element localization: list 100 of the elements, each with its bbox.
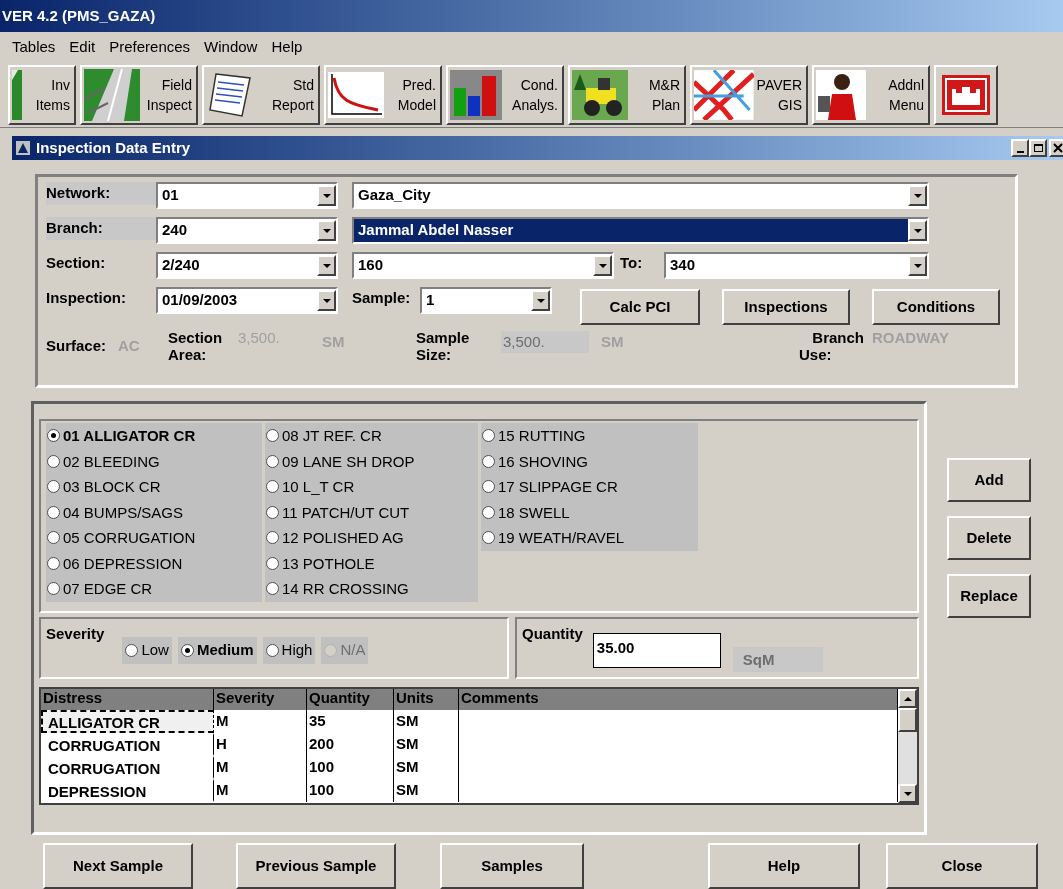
table-cell: 35	[307, 710, 394, 733]
field-label: Sample:	[352, 288, 412, 308]
radio-button[interactable]	[266, 582, 279, 596]
toolbar-button[interactable]: M&R Plan	[568, 64, 686, 125]
radio-button[interactable]	[47, 582, 60, 596]
dropdown-button[interactable]	[317, 220, 336, 241]
column-header[interactable]: Units	[394, 689, 459, 710]
toolbar-button[interactable]: Inv Items	[8, 64, 76, 125]
toolbar-button[interactable]	[934, 64, 998, 125]
minimize-button[interactable]	[1011, 139, 1029, 157]
scrollbar[interactable]	[898, 689, 917, 803]
unit-field: SqM	[732, 647, 823, 672]
radio-button[interactable]	[47, 531, 60, 545]
radio-button[interactable]	[482, 505, 495, 519]
maximize-button[interactable]	[1029, 139, 1047, 157]
distress-option: 16 SHOVING	[498, 448, 589, 474]
distress-option: 06 DEPRESSION	[63, 550, 183, 576]
radio-button[interactable]	[482, 531, 495, 545]
dropdown-button[interactable]	[908, 220, 927, 241]
button[interactable]: Previous Sample	[236, 843, 396, 889]
radio-button[interactable]	[47, 556, 60, 570]
table-cell: SM	[394, 710, 459, 733]
section-dropdown[interactable]: 2/240	[156, 252, 338, 279]
inspection-date-dropdown[interactable]: 01/09/2003	[156, 287, 338, 314]
dropdown-button[interactable]	[317, 290, 336, 311]
radio-button[interactable]	[266, 454, 279, 468]
dropdown-button[interactable]	[531, 290, 550, 311]
toolbar-button[interactable]: Cond. Analys.	[446, 64, 564, 125]
distress-option: 15 RUTTING	[498, 423, 586, 449]
menu-item[interactable]: Help	[271, 35, 303, 59]
button[interactable]: Delete	[947, 516, 1031, 560]
toolbar-label: Addnl Menu	[887, 75, 925, 115]
table-cell: M	[214, 756, 307, 779]
toolbar-button[interactable]: PAVER GIS	[690, 64, 808, 125]
button[interactable]: Samples	[440, 843, 584, 889]
radio-button[interactable]	[266, 429, 279, 443]
toolbar-button[interactable]: Addnl Menu	[812, 64, 930, 125]
dropdown-button[interactable]	[317, 255, 336, 276]
to-dropdown[interactable]: 340	[664, 252, 929, 279]
button[interactable]: Add	[947, 458, 1031, 502]
window-icon	[16, 141, 30, 155]
button[interactable]: Conditions	[872, 289, 1000, 325]
network-code-dropdown[interactable]: 01	[156, 182, 338, 209]
toolbar-button[interactable]: Field Inspect	[80, 64, 198, 125]
branch-code-dropdown[interactable]: 240	[156, 217, 338, 244]
field-label: Section:	[46, 253, 107, 273]
field-label: Branch Use:	[799, 329, 864, 363]
dropdown-button[interactable]	[593, 255, 612, 276]
field-label: Sample Size:	[416, 329, 471, 363]
dropdown-button[interactable]	[908, 255, 927, 276]
toolbar-button[interactable]: Pred. Model	[324, 64, 442, 125]
button[interactable]: Calc PCI	[580, 289, 700, 325]
radio-button[interactable]	[266, 556, 279, 570]
group-label: Severity	[46, 624, 105, 644]
group-label: Quantity	[522, 624, 583, 644]
toolbar-button[interactable]: Std Report	[202, 64, 320, 125]
menu-item[interactable]: Window	[204, 35, 258, 59]
radio-button[interactable]	[266, 531, 279, 545]
radio-button[interactable]	[482, 454, 495, 468]
menu-item[interactable]: Preferences	[109, 35, 191, 59]
quantity-field[interactable]: 35.00	[592, 633, 721, 668]
button[interactable]: Help	[708, 843, 860, 889]
radio-button[interactable]	[47, 480, 60, 494]
menu-item[interactable]: Edit	[69, 35, 96, 59]
sample-dropdown[interactable]: 1	[420, 287, 552, 314]
column-header[interactable]: Quantity	[307, 689, 394, 710]
down-arrow-icon	[903, 791, 912, 796]
button[interactable]: Close	[886, 843, 1038, 889]
distress-option: 04 BUMPS/SAGS	[63, 499, 184, 525]
radio-button[interactable]	[47, 505, 60, 519]
toolbar-label: Std Report	[270, 75, 315, 115]
button[interactable]: Replace	[947, 574, 1031, 618]
table-cell: SM	[394, 756, 459, 779]
column-header[interactable]: Severity	[214, 689, 307, 710]
toolbar-label: Inv Items	[34, 75, 71, 115]
radio-button[interactable]	[482, 429, 495, 443]
dropdown-button[interactable]	[908, 185, 927, 206]
branch-name-dropdown[interactable]: Jammal Abdel Nasser	[352, 217, 929, 244]
button[interactable]: Next Sample	[43, 843, 193, 889]
person-icon	[816, 69, 866, 120]
radio-button[interactable]	[265, 643, 279, 657]
radio-button[interactable]	[125, 643, 139, 657]
field-label: Network:	[46, 182, 156, 205]
menu-item[interactable]: Tables	[12, 35, 56, 59]
scroll-thumb[interactable]	[898, 708, 917, 732]
radio-button[interactable]	[180, 643, 194, 657]
distress-option: 07 EDGE CR	[63, 576, 153, 602]
table-cell: M	[214, 779, 307, 802]
radio-button[interactable]	[47, 454, 60, 468]
field-label: To:	[619, 253, 644, 273]
radio-button[interactable]	[266, 505, 279, 519]
button[interactable]: Inspections	[722, 289, 850, 325]
radio-button[interactable]	[266, 480, 279, 494]
severity-option: Medium	[196, 639, 254, 662]
radio-button[interactable]	[482, 480, 495, 494]
radio-button[interactable]	[47, 429, 60, 443]
close-button[interactable]	[1049, 139, 1063, 157]
network-name-dropdown[interactable]: Gaza_City	[352, 182, 929, 209]
dropdown-button[interactable]	[317, 185, 336, 206]
from-dropdown[interactable]: 160	[352, 252, 614, 279]
